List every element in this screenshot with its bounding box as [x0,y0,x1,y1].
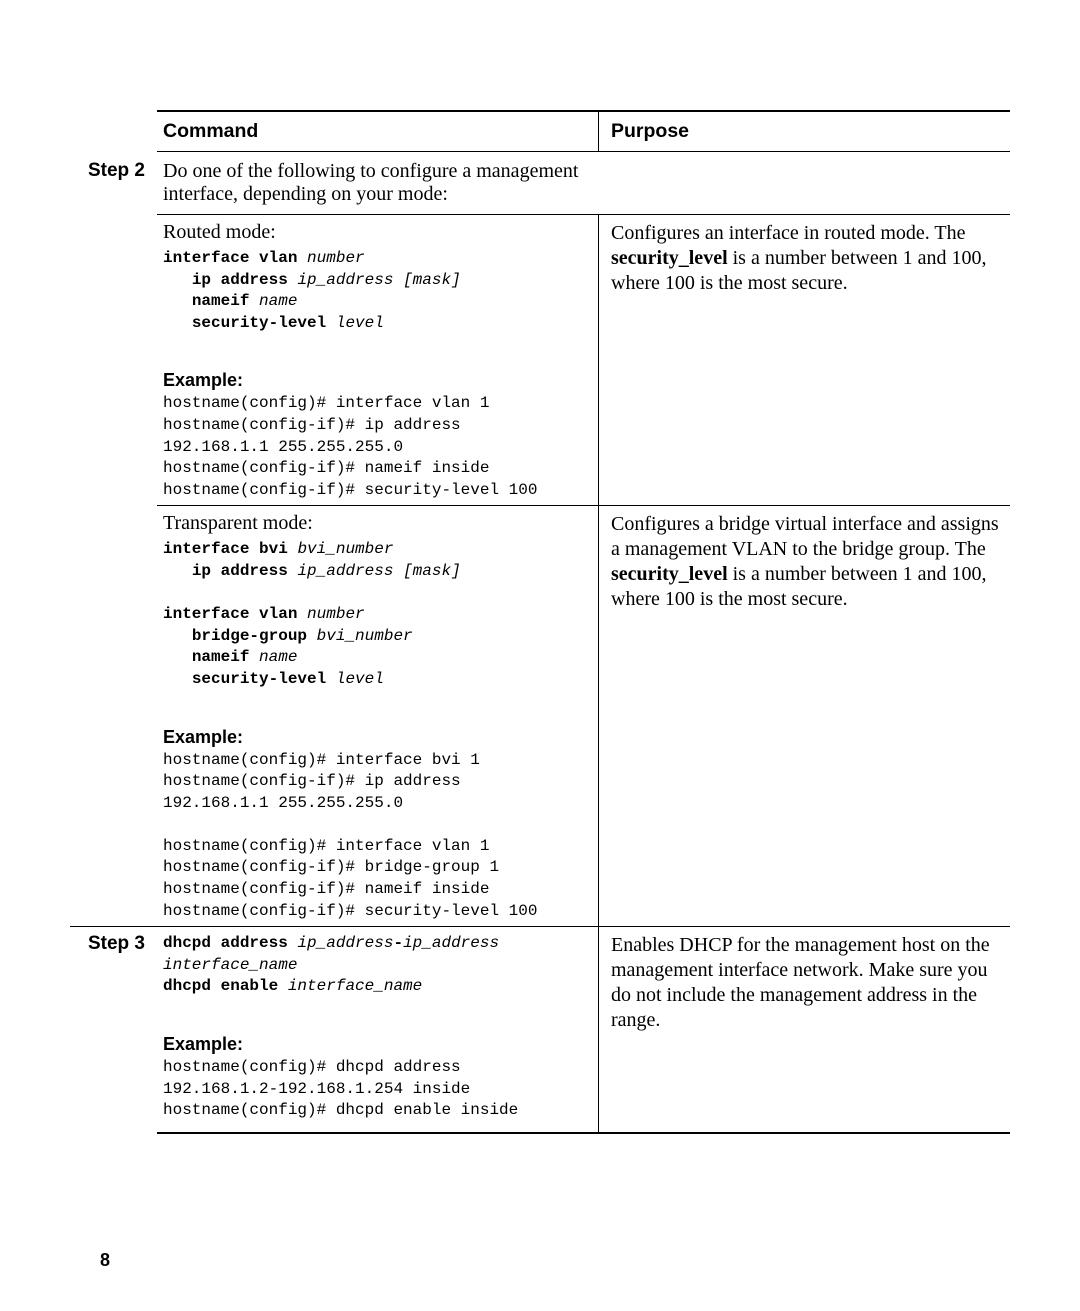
step2-routed-row: Routed mode: interface vlan number ip ad… [70,215,1010,506]
transparent-example-label: Example: [163,727,588,748]
transparent-syntax: interface bvi bvi_number ip address ip_a… [163,539,588,690]
step3-example-label: Example: [163,1034,588,1055]
page-number: 8 [100,1250,110,1271]
routed-purpose-pre: Configures an interface in routed mode. … [611,222,966,244]
routed-example: hostname(config)# interface vlan 1 hostn… [163,393,588,501]
step2-routed-purpose: Configures an interface in routed mode. … [599,215,1011,506]
step2-intro-text: Do one of the following to configure a m… [163,160,578,205]
routed-purpose-bold: security_level [611,247,728,269]
step2-intro: Do one of the following to configure a m… [157,152,599,215]
header-purpose: Purpose [599,111,1011,152]
step2-transparent-command: Transparent mode: interface bvi bvi_numb… [157,506,599,927]
transparent-title: Transparent mode: [163,512,588,535]
step3-command: dhcpd address ip_address-ip_address inte… [157,927,599,1133]
step2-routed-command: Routed mode: interface vlan number ip ad… [157,215,599,506]
step3-purpose-text: Enables DHCP for the management host on … [611,934,990,1031]
transparent-purpose-pre: Configures a bridge virtual interface an… [611,513,999,560]
transparent-purpose-bold: security_level [611,563,728,585]
step3-syntax: dhcpd address ip_address-ip_address inte… [163,933,588,998]
header-command: Command [157,111,599,152]
step3-example: hostname(config)# dhcpd address 192.168.… [163,1057,588,1122]
routed-syntax: interface vlan number ip address ip_addr… [163,248,588,334]
routed-title: Routed mode: [163,221,588,244]
step2-transparent-purpose: Configures a bridge virtual interface an… [599,506,1011,927]
transparent-example: hostname(config)# interface bvi 1 hostna… [163,750,588,923]
step2-label: Step 2 [70,152,157,215]
step2-intro-row: Step 2 Do one of the following to config… [70,152,1010,215]
procedure-table: Command Purpose Step 2 Do one of the fol… [70,110,1010,1134]
routed-example-label: Example: [163,370,588,391]
step3-row: Step 3 dhcpd address ip_address-ip_addre… [70,927,1010,1133]
step2-transparent-row: Transparent mode: interface bvi bvi_numb… [70,506,1010,927]
step3-purpose: Enables DHCP for the management host on … [599,927,1011,1133]
step3-label: Step 3 [70,927,157,1133]
table-header-row: Command Purpose [70,111,1010,152]
